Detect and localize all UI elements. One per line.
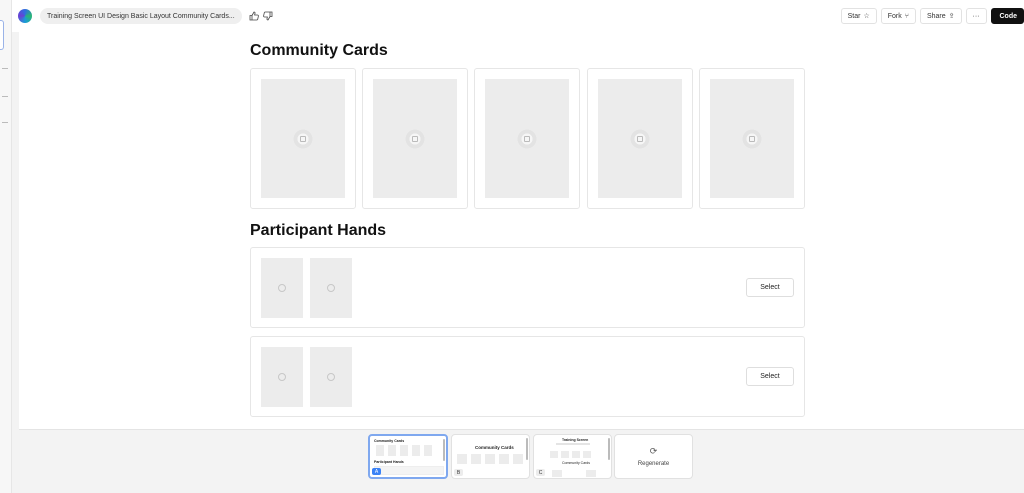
more-options-button[interactable]: ··· [965, 8, 987, 24]
card-placeholder-icon [327, 373, 335, 381]
preview-canvas: Community Cards Participant Hands Select… [19, 32, 1024, 430]
code-label: Code [999, 12, 1018, 20]
version-subtitle: Participant Hands [374, 460, 404, 464]
community-card[interactable] [587, 68, 693, 209]
hand-card[interactable] [261, 258, 303, 318]
version-title: Community Cards [374, 439, 405, 443]
version-title: Community Cards [475, 445, 514, 450]
left-rail-tick [2, 122, 8, 123]
community-card[interactable] [699, 68, 805, 209]
card-placeholder-icon [278, 373, 286, 381]
community-card[interactable] [362, 68, 468, 209]
hand-card[interactable] [261, 347, 303, 407]
project-title[interactable]: Training Screen UI Design Basic Layout C… [40, 8, 242, 24]
version-thumbnail-b[interactable]: Community Cards B [451, 434, 530, 479]
version-thumbnail-c[interactable]: Training Screen Community Cards C [533, 434, 612, 479]
image-placeholder-icon [404, 127, 426, 150]
left-rail [0, 0, 12, 493]
image-placeholder-icon [516, 127, 538, 150]
card-placeholder-icon [327, 284, 335, 292]
hand-card[interactable] [310, 347, 352, 407]
participant-hand: Select [250, 336, 805, 417]
star-label: Star [847, 12, 861, 20]
refresh-icon: ⟳ [649, 446, 658, 456]
card-placeholder [261, 79, 345, 198]
thumbnail-scrollbar [608, 438, 610, 460]
thumbs-up-icon[interactable] [248, 10, 260, 22]
version-badge: B [454, 469, 463, 476]
community-card[interactable] [250, 68, 356, 209]
card-placeholder [598, 79, 682, 198]
version-badge: A [372, 468, 381, 475]
card-placeholder [485, 79, 569, 198]
left-rail-tick [2, 96, 8, 97]
card-placeholder [373, 79, 457, 198]
fork-icon: ⑂ [904, 12, 909, 20]
select-hand-button[interactable]: Select [746, 367, 794, 386]
participant-hands-title: Participant Hands [250, 222, 387, 239]
image-placeholder-icon [292, 127, 314, 150]
share-label: Share [926, 12, 946, 20]
left-rail-tick [2, 68, 8, 69]
image-placeholder-icon [629, 127, 651, 150]
share-button[interactable]: Share ⇪ [919, 8, 962, 24]
regenerate-label: Regenerate [637, 461, 670, 467]
community-card[interactable] [474, 68, 580, 209]
regenerate-button[interactable]: ⟳ Regenerate [614, 434, 693, 479]
thumbs-down-icon[interactable] [262, 10, 274, 22]
hand-card[interactable] [310, 258, 352, 318]
community-cards-title: Community Cards [250, 42, 388, 59]
app-logo-icon[interactable] [18, 9, 32, 23]
version-badge: C [536, 469, 545, 476]
thumbnail-scrollbar [443, 439, 445, 461]
version-thumbnail-a[interactable]: Community Cards Participant Hands A [368, 434, 448, 479]
top-bar: Training Screen UI Design Basic Layout C… [12, 0, 1024, 32]
fork-button[interactable]: Fork ⑂ [880, 8, 916, 24]
more-icon: ··· [972, 12, 980, 20]
thumbnail-scrollbar [526, 438, 528, 460]
star-icon: ☆ [863, 13, 870, 20]
code-button[interactable]: Code [990, 8, 1024, 24]
left-rail-selection[interactable] [0, 20, 4, 50]
star-button[interactable]: Star ☆ [840, 8, 877, 24]
card-placeholder [710, 79, 794, 198]
version-subtitle: Community Cards [562, 461, 591, 465]
share-icon: ⇪ [948, 13, 955, 20]
select-hand-button[interactable]: Select [746, 278, 794, 297]
card-placeholder-icon [278, 284, 286, 292]
image-placeholder-icon [741, 127, 763, 150]
fork-label: Fork [887, 12, 902, 20]
participant-hand: Select [250, 247, 805, 328]
version-title: Training Screen [562, 438, 589, 442]
